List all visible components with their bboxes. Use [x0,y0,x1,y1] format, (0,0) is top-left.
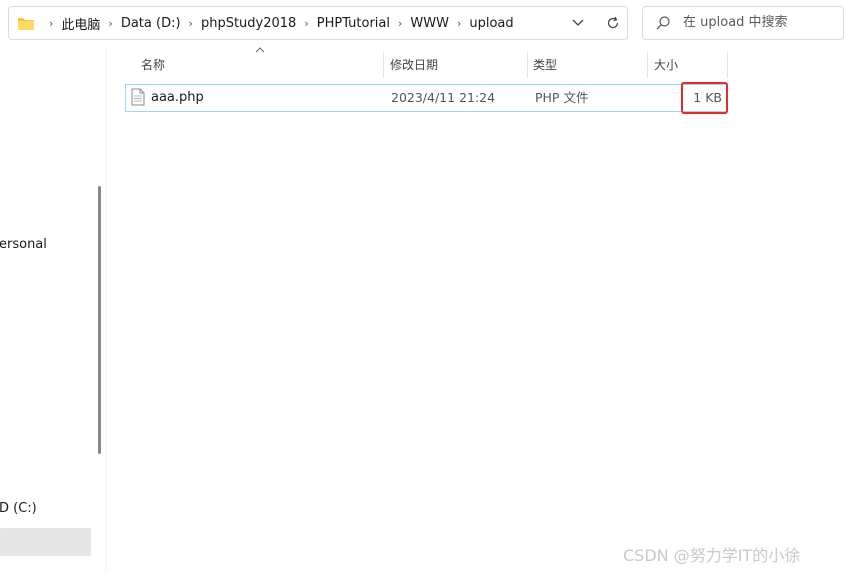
nav-item-personal[interactable]: ersonal [0,237,47,252]
breadcrumb-www[interactable]: WWW [410,16,449,31]
chevron-right-icon[interactable]: › [189,17,193,30]
nav-selected-item[interactable] [0,528,91,556]
top-bar: › 此电脑 › Data (D:) › phpStudy2018 › PHPTu… [0,0,846,48]
column-divider[interactable] [727,52,728,78]
column-header-date[interactable]: 修改日期 [390,50,438,80]
file-list: 名称 修改日期 类型 大小 aaa.php 2023/4/11 21:24 PH… [107,46,846,572]
chevron-right-icon[interactable]: › [304,17,308,30]
nav-item-c-drive[interactable]: D (C:) [0,501,37,516]
chevron-right-icon[interactable]: › [108,17,112,30]
search-placeholder: 在 upload 中搜索 [683,15,788,30]
chevron-right-icon[interactable]: › [457,17,461,30]
search-box[interactable]: 在 upload 中搜索 [642,6,844,40]
column-header-size[interactable]: 大小 [654,50,678,80]
chevron-right-icon[interactable]: › [398,17,402,30]
column-divider[interactable] [383,52,384,78]
nav-scrollbar[interactable] [98,186,101,454]
breadcrumb-phpstudy[interactable]: phpStudy2018 [201,16,296,31]
file-name: aaa.php [151,90,204,105]
breadcrumb-phptutorial[interactable]: PHPTutorial [317,16,390,31]
column-header-type[interactable]: 类型 [533,50,557,80]
address-bar[interactable]: › 此电脑 › Data (D:) › phpStudy2018 › PHPTu… [8,6,628,40]
column-divider[interactable] [647,52,648,78]
breadcrumb: › 此电脑 › Data (D:) › phpStudy2018 › PHPTu… [41,7,514,39]
breadcrumb-upload[interactable]: upload [469,16,513,31]
breadcrumb-data-drive[interactable]: Data (D:) [121,16,181,31]
navigation-pane: ersonal D (C:) [0,48,94,572]
column-header-name[interactable]: 名称 [141,50,165,80]
file-row[interactable]: aaa.php 2023/4/11 21:24 PHP 文件 1 KB [125,84,728,112]
column-divider[interactable] [527,52,528,78]
annotation-highlight-box [681,82,728,114]
php-file-icon [131,88,145,106]
chevron-right-icon: › [49,16,54,30]
watermark: CSDN @努力学IT的小徐 [623,546,801,565]
chevron-down-icon[interactable] [569,14,587,32]
file-modified-date: 2023/4/11 21:24 [391,90,496,105]
file-type: PHP 文件 [535,90,589,105]
sort-ascending-icon [255,46,265,56]
breadcrumb-this-pc[interactable]: 此电脑 [61,14,100,33]
folder-icon [17,15,35,31]
refresh-icon[interactable] [604,14,622,32]
search-icon [655,15,671,31]
